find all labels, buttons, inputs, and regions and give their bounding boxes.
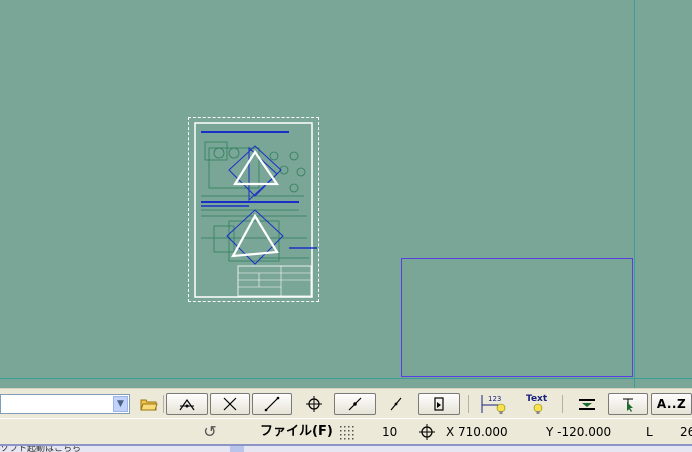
length-label: L <box>646 425 653 439</box>
cross-lines-button[interactable] <box>210 393 250 415</box>
task-strip-tab[interactable] <box>230 446 244 452</box>
grid-dots-icon[interactable] <box>338 419 360 445</box>
vertical-guide-line <box>634 0 635 388</box>
layer-symbol-button[interactable] <box>418 393 460 415</box>
view-rectangle[interactable] <box>401 258 633 377</box>
toolbar-separator <box>562 395 563 413</box>
text-button[interactable]: Text <box>522 393 552 415</box>
angle-bisector-icon <box>179 398 195 411</box>
y-coordinate: Y -120.000 <box>546 425 612 439</box>
open-folder-icon <box>140 399 158 411</box>
dimension-button[interactable]: 123 <box>478 393 508 415</box>
line-point-icon <box>348 397 362 411</box>
angle-bisector-button[interactable] <box>166 393 208 415</box>
toolbar: ▼ 123 Text A..Z <box>0 388 692 418</box>
grid-value: 10 <box>382 425 398 439</box>
dimension-label: 123 <box>488 395 501 403</box>
open-folder-button[interactable] <box>138 393 160 415</box>
text-bulb-icon <box>533 403 543 414</box>
toolbar-separator <box>163 395 164 413</box>
az-sort-button[interactable]: A..Z <box>651 393 692 415</box>
select-arrow-button[interactable] <box>608 393 648 415</box>
diagonal-line-button[interactable] <box>252 393 292 415</box>
target-cross-button[interactable] <box>302 393 326 415</box>
toolbar-separator <box>468 395 469 413</box>
drawing-sheet[interactable] <box>188 117 319 302</box>
crosshair-icon <box>418 419 440 445</box>
task-strip: ソフト起動はこちら <box>0 444 692 452</box>
undo-icon[interactable]: ↺ <box>200 419 220 445</box>
az-sort-icon: A..Z <box>656 397 687 411</box>
target-cross-icon <box>306 396 322 412</box>
horizontal-guide-line <box>0 378 692 379</box>
chevron-down-icon[interactable]: ▼ <box>113 396 128 412</box>
layer-symbol-icon <box>434 397 444 411</box>
diagonal-line-icon <box>264 396 280 412</box>
pointer-line-button[interactable] <box>384 393 408 415</box>
drawing-canvas[interactable] <box>0 0 692 388</box>
select-arrow-icon <box>623 398 633 412</box>
dimension-123-icon: 123 <box>481 395 506 414</box>
x-coordinate: X 710.000 <box>446 425 508 439</box>
cross-lines-icon <box>223 397 237 411</box>
layer-stack-icon <box>579 399 595 410</box>
layer-combo[interactable]: ▼ <box>0 394 130 414</box>
length-value: 26 <box>680 425 692 439</box>
sheet-drawing <box>194 122 317 298</box>
file-menu[interactable]: ファイル(F) <box>260 419 333 445</box>
pointer-line-icon <box>390 397 402 411</box>
layer-stack-button[interactable] <box>574 393 600 415</box>
line-point-button[interactable] <box>334 393 376 415</box>
status-bar: ↺ ファイル(F) 10 X 710.000 Y -120.000 L 26 <box>0 418 692 444</box>
task-strip-label[interactable]: ソフト起動はこちら <box>0 446 81 452</box>
